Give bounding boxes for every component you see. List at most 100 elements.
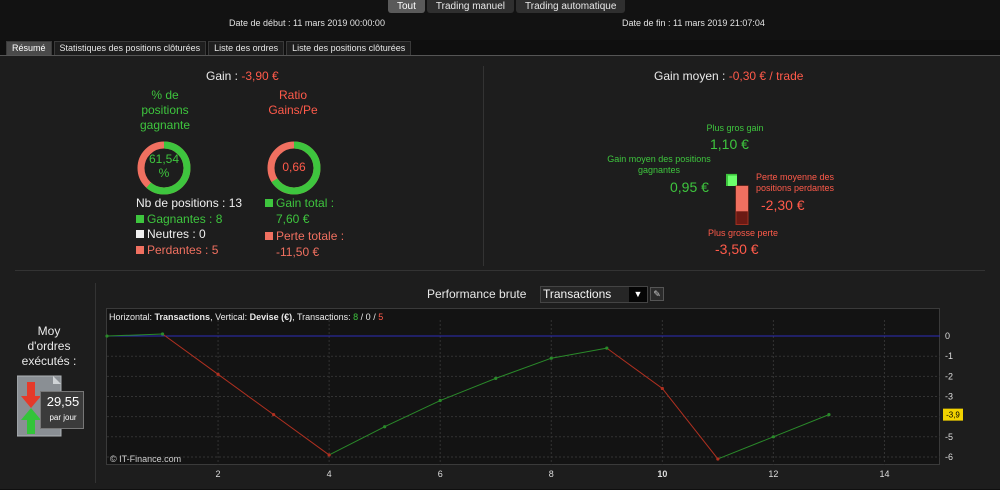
gain-total-label: Gain total : <box>276 196 335 210</box>
tab-resume[interactable]: Résumé <box>6 41 52 55</box>
moy-ordres-label: Moy d'ordres exécutés : <box>16 324 82 369</box>
perdantes-text: Perdantes : 5 <box>147 242 219 257</box>
ratio-label-line: Ratio <box>278 88 307 102</box>
x-tick-label: 6 <box>438 469 443 479</box>
winning-pct-label-line: gagnante <box>139 118 191 132</box>
legend-h-value: Transactions <box>154 312 211 322</box>
data-point <box>660 386 664 391</box>
tab-liste-ordres[interactable]: Liste des ordres <box>208 41 285 55</box>
plus-grosse-perte-value: -3,50 € <box>715 241 759 257</box>
perte-totale-label: Perte totale : <box>276 229 345 243</box>
winning-pct-number: 61,54 <box>148 152 180 166</box>
ratio-label-line: Gains/Pe <box>268 103 318 117</box>
data-point <box>160 332 165 336</box>
moy-ordres-unit: par jour <box>49 413 77 422</box>
moy-ordres-value: 29,55 <box>46 394 80 409</box>
avg-gain-bar <box>728 175 737 186</box>
series-segment <box>606 347 663 389</box>
series-segment <box>661 388 719 460</box>
divider <box>95 283 96 483</box>
data-point <box>771 435 776 439</box>
mode-tab-automatique[interactable]: Trading automatique <box>516 0 626 13</box>
plus-grosse-perte-label: Plus grosse perte <box>707 228 779 238</box>
winning-pct-label: % de positions gagnante <box>130 88 200 133</box>
data-point <box>494 376 498 380</box>
series-segment <box>273 414 330 456</box>
legend-v-label: , Vertical: <box>210 312 250 322</box>
summary-panel: Gain : -3,90 € % de positions gagnante 6… <box>0 55 1000 489</box>
y-tick-label: 0 <box>945 331 950 341</box>
gagnantes-text: Gagnantes : 8 <box>147 211 223 226</box>
plus-gros-gain-value: 1,10 € <box>710 136 749 152</box>
copyright: © IT-Finance.com <box>110 454 182 464</box>
series-segment <box>495 357 552 379</box>
perte-totale-value: -11,50 € <box>276 244 320 259</box>
mode-tabs: Tout Trading manuel Trading automatique <box>388 0 626 13</box>
gain-value: -3,90 € <box>241 69 279 83</box>
perdantes-row: Perdantes : 5 <box>136 243 242 259</box>
last-value-text: -3,9 <box>946 411 960 420</box>
gain-total-value: 7,60 € <box>276 211 310 226</box>
gain-moyen-title: Gain moyen : -0,30 € / trade <box>654 69 803 83</box>
green-square-icon <box>265 199 273 207</box>
legend-separator: / <box>358 312 366 322</box>
gain-moyen-label: Gain moyen : <box>654 69 729 83</box>
y-tick-label: -1 <box>945 351 953 361</box>
y-tick-label: -2 <box>945 371 953 381</box>
gain-moyen-pos-label-line: Gain moyen des positions <box>607 154 711 164</box>
moy-ordres-label-line: d'ordres <box>27 339 71 353</box>
x-tick-label: 14 <box>879 469 889 479</box>
performance-title: Performance brute <box>427 287 527 301</box>
end-date: Date de fin : 11 mars 2019 21:07:04 <box>622 18 765 28</box>
series-segment <box>328 426 385 456</box>
perte-moyenne-value: -2,30 € <box>761 197 805 213</box>
mode-tab-manuel[interactable]: Trading manuel <box>426 0 515 13</box>
horizontal-divider <box>15 270 985 271</box>
data-point <box>605 346 609 350</box>
gagnantes-row: Gagnantes : 8 <box>136 212 242 228</box>
gain-moyen-pos-label-line: gagnantes <box>637 165 681 175</box>
green-square-icon <box>136 214 144 223</box>
x-tick-label: 10 <box>657 469 667 479</box>
gain-moyen-pos-value: 0,95 € <box>670 179 709 195</box>
plus-gros-gain-label: Plus gros gain <box>706 123 764 133</box>
x-tick-label: 12 <box>768 469 778 479</box>
winning-pct-label-line: % de <box>151 88 179 102</box>
legend-loss-count: 5 <box>378 312 384 322</box>
perte-moyenne-label-line: positions perdantes <box>756 183 835 193</box>
winning-pct-unit: % <box>158 166 170 180</box>
data-point <box>216 372 220 376</box>
red-square-icon <box>136 245 144 254</box>
y-tick-label: -6 <box>945 452 953 462</box>
mode-tab-tout[interactable]: Tout <box>388 0 425 13</box>
red-square-icon <box>265 232 273 240</box>
data-point <box>716 457 720 461</box>
gain-title: Gain : -3,90 € <box>206 69 279 83</box>
report-tabs: Résumé Statistiques des positions clôtur… <box>6 41 412 55</box>
winning-pct-value: 61,54 % <box>139 152 189 180</box>
ratio-label: Ratio Gains/Pe <box>258 88 328 118</box>
series-segment <box>162 333 219 375</box>
totals-stats: Gain total : 7,60 € Perte totale : -11,5… <box>265 196 344 260</box>
data-point <box>105 334 109 338</box>
chevron-down-icon[interactable]: ▼ <box>629 287 647 302</box>
series-segment <box>717 436 774 460</box>
series-segment <box>551 347 607 359</box>
data-point <box>438 398 442 403</box>
tab-liste-positions[interactable]: Liste des positions clôturées <box>286 41 412 55</box>
performance-select[interactable]: Transactions ▼ <box>540 286 648 303</box>
top-bar: Tout Trading manuel Trading automatique … <box>0 0 1000 40</box>
white-square-icon <box>136 230 144 238</box>
tab-statistiques[interactable]: Statistiques des positions clôturées <box>53 41 207 55</box>
chart-legend: Horizontal: Transactions, Vertical: Devi… <box>109 312 383 322</box>
x-tick-label: 2 <box>216 469 221 479</box>
gain-loss-bars <box>726 173 749 225</box>
avg-loss-bar <box>736 186 748 212</box>
data-point <box>327 453 331 457</box>
y-tick-label: -5 <box>945 432 953 442</box>
series-segment <box>217 373 274 416</box>
gain-moyen-pos-label: Gain moyen des positions gagnantes <box>598 154 720 176</box>
gain-label: Gain : <box>206 69 242 83</box>
series-segment <box>440 377 496 401</box>
wrench-icon[interactable]: ✎ <box>650 287 664 301</box>
